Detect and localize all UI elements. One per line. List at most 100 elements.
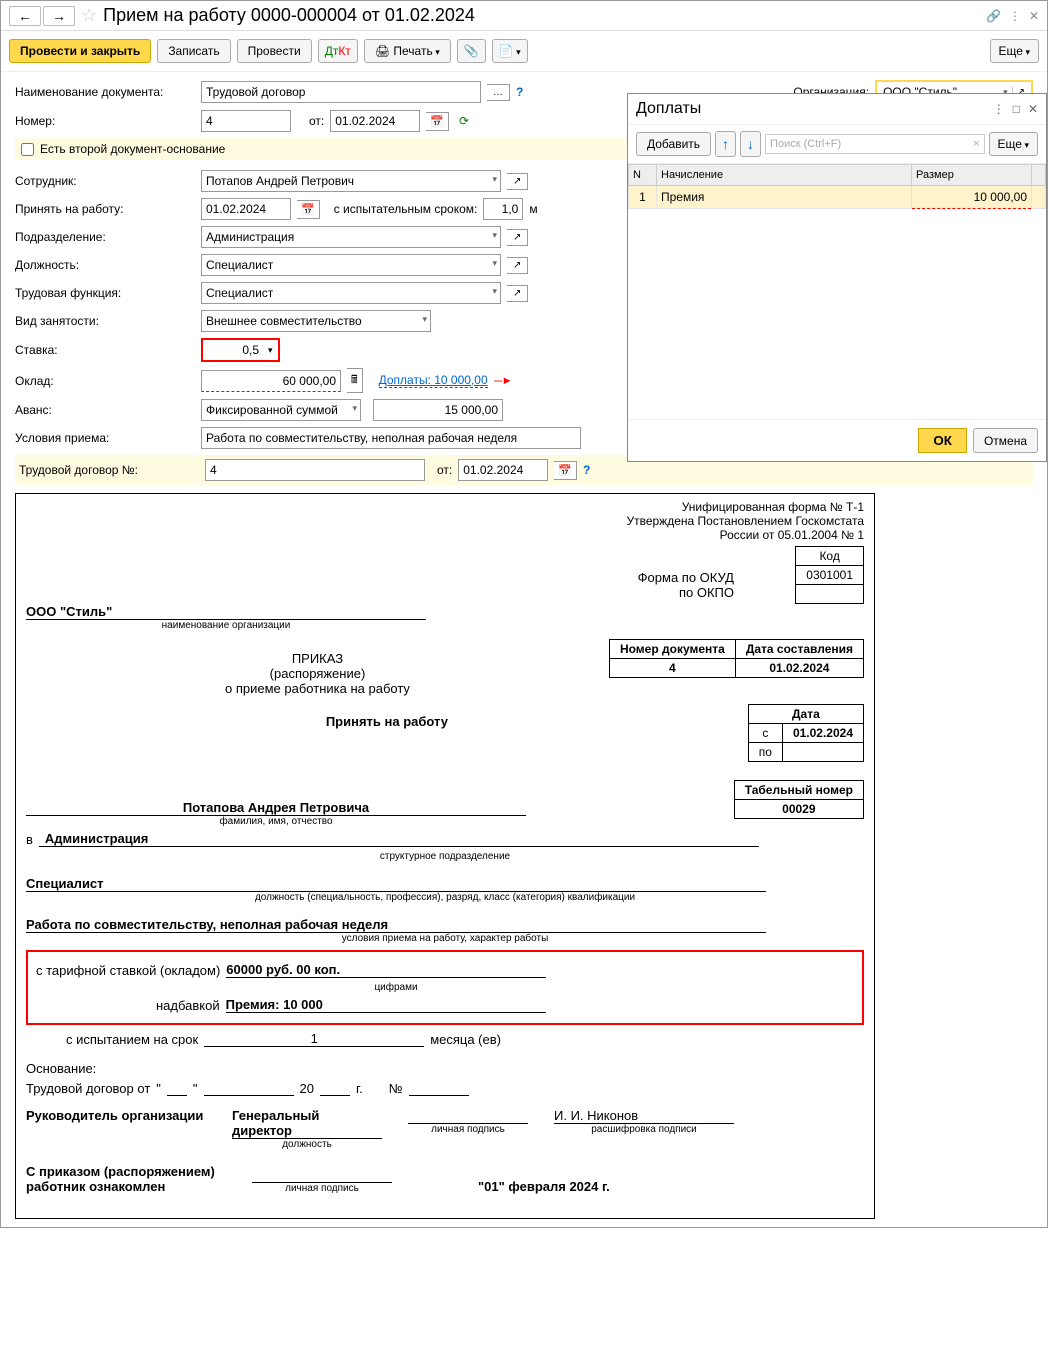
doc-tariff: 60000 руб. 00 коп. <box>226 962 546 978</box>
okud-value: 0301001 <box>796 566 864 585</box>
search-input[interactable]: Поиск (Ctrl+F) × <box>765 134 985 154</box>
popup-more-button[interactable]: Еще <box>989 132 1038 156</box>
employee-label: Сотрудник: <box>15 174 195 188</box>
salary-input[interactable] <box>201 370 341 392</box>
doc-name-input[interactable] <box>201 81 481 103</box>
dtkt-button[interactable]: ДтКт <box>318 39 358 63</box>
doc-position: Специалист <box>26 876 766 892</box>
contract-no-input[interactable] <box>205 459 425 481</box>
position-open-button[interactable]: ↗ <box>507 257 528 274</box>
dept-input[interactable] <box>201 226 501 248</box>
doc-order-about: о приеме работника на работу <box>26 681 864 696</box>
titlebar: ← → ☆ Прием на работу 0000-000004 от 01.… <box>1 1 1047 31</box>
advance-amount-input[interactable] <box>373 399 503 421</box>
position-input[interactable] <box>201 254 501 276</box>
employee-input[interactable] <box>201 170 501 192</box>
contract-date-calendar-button[interactable]: 📅 <box>554 461 577 480</box>
date-input[interactable] <box>330 110 420 132</box>
write-button[interactable]: Записать <box>157 39 230 63</box>
post-button[interactable]: Провести <box>237 39 312 63</box>
employment-input[interactable] <box>201 310 431 332</box>
popup-maximize-icon[interactable]: □ <box>1013 102 1020 116</box>
contract-date-input[interactable] <box>458 459 548 481</box>
code-header: Код <box>796 547 864 566</box>
tab-table: Табельный номер 00029 <box>734 780 864 819</box>
okud-label: Форма по ОКУД <box>26 570 734 585</box>
favorite-icon[interactable]: ☆ <box>81 5 97 26</box>
post-close-button[interactable]: Провести и закрыть <box>9 39 151 63</box>
ok-button[interactable]: ОК <box>918 428 967 453</box>
doc-name-select-button[interactable]: … <box>487 84 510 101</box>
doc-org-sub: наименование организации <box>26 620 426 631</box>
func-input[interactable] <box>201 282 501 304</box>
doc-approved: Утверждена Постановлением Госкомстата <box>26 514 864 528</box>
col-n-header[interactable]: N <box>629 165 657 186</box>
hire-date-calendar-button[interactable]: 📅 <box>297 200 320 219</box>
advance-label: Аванс: <box>15 403 195 417</box>
okpo-label: по ОКПО <box>26 585 734 600</box>
doc-form-name: Унифицированная форма № Т-1 <box>26 500 864 514</box>
dept-open-button[interactable]: ↗ <box>507 229 528 246</box>
basis-label: Основание: <box>26 1061 864 1076</box>
close-icon[interactable]: ✕ <box>1029 9 1039 23</box>
conditions-input[interactable] <box>201 427 581 449</box>
supplements-link[interactable]: Доплаты: 10 000,00 <box>379 373 488 388</box>
cancel-button[interactable]: Отмена <box>973 428 1038 453</box>
date-calendar-button[interactable]: 📅 <box>426 112 449 131</box>
popup-kebab-icon[interactable]: ⋮ <box>993 102 1005 116</box>
doc-name-label: Наименование документа: <box>15 85 195 99</box>
contract-help-icon[interactable]: ? <box>583 463 590 477</box>
toolbar: Провести и закрыть Записать Провести ДтК… <box>1 31 1047 72</box>
back-button[interactable]: ← <box>9 6 41 26</box>
doc-name-help-icon[interactable]: ? <box>516 85 523 99</box>
forward-button[interactable]: → <box>43 6 75 26</box>
refresh-icon[interactable]: ⟳ <box>459 114 469 128</box>
doc-dept: Администрация <box>39 831 759 847</box>
col-accrual-header[interactable]: Начисление <box>657 165 912 186</box>
kebab-icon[interactable]: ⋮ <box>1009 9 1021 23</box>
more-button[interactable]: Еще <box>990 39 1039 63</box>
position-label: Должность: <box>15 258 195 272</box>
advance-type-input[interactable] <box>201 399 361 421</box>
second-doc-label: Есть второй документ-основание <box>40 142 225 156</box>
rate-input[interactable] <box>203 340 263 360</box>
number-date-table: Номер документаДата составления 401.02.2… <box>609 639 864 678</box>
create-based-button[interactable]: 📄 <box>492 39 528 63</box>
printed-document: Унифицированная форма № Т-1 Утверждена П… <box>15 493 875 1219</box>
hire-date-input[interactable] <box>201 198 291 220</box>
print-button[interactable]: 🖨 Печать <box>364 39 451 63</box>
number-input[interactable] <box>201 110 291 132</box>
move-up-button[interactable]: ↑ <box>715 131 736 157</box>
code-table: Код 0301001 <box>795 546 864 604</box>
link-icon[interactable]: 🔗 <box>986 9 1001 23</box>
search-clear-icon[interactable]: × <box>973 138 979 150</box>
add-button[interactable]: Добавить <box>636 132 711 156</box>
hire-label: Принять на работу: <box>15 202 195 216</box>
move-down-button[interactable]: ↓ <box>740 131 761 157</box>
table-row[interactable]: 1 Премия 10 000,00 <box>629 186 1046 209</box>
tariff-frame: с тарифной ставкой (окладом) 60000 руб. … <box>26 950 864 1025</box>
from-label: от: <box>309 114 324 128</box>
hire-title: Принять на работу <box>26 714 864 729</box>
doc-probation: 1 <box>204 1031 424 1047</box>
attach-button[interactable]: 📎 <box>457 39 486 63</box>
second-doc-checkbox[interactable] <box>21 143 34 156</box>
probation-input[interactable] <box>483 198 523 220</box>
func-open-button[interactable]: ↗ <box>507 285 528 302</box>
doc-employee: Потапова Андрея Петровича <box>26 800 526 816</box>
popup-close-icon[interactable]: ✕ <box>1028 102 1038 116</box>
doc-org: ООО "Стиль" <box>26 604 426 620</box>
ack-date: "01" февраля 2024 г. <box>478 1179 610 1194</box>
col-size-header[interactable]: Размер <box>912 165 1032 186</box>
main-window: ← → ☆ Прием на работу 0000-000004 от 01.… <box>0 0 1048 1228</box>
popup-title: Доплаты <box>636 100 993 118</box>
doc-conditions-sub: условия приема на работу, характер работ… <box>26 933 864 944</box>
arrow-indicator-icon: ---► <box>494 375 512 387</box>
salary-calc-button[interactable]: 🖩 <box>347 368 363 393</box>
doc-approved2: России от 05.01.2004 № 1 <box>26 528 864 542</box>
doc-employee-sub: фамилия, имя, отчество <box>26 816 526 827</box>
rate-label: Ставка: <box>15 343 195 357</box>
employee-open-button[interactable]: ↗ <box>507 173 528 190</box>
period-table: Дата с01.02.2024 по <box>748 704 864 762</box>
doc-position-sub: должность (специальность, профессия), ра… <box>26 892 864 903</box>
